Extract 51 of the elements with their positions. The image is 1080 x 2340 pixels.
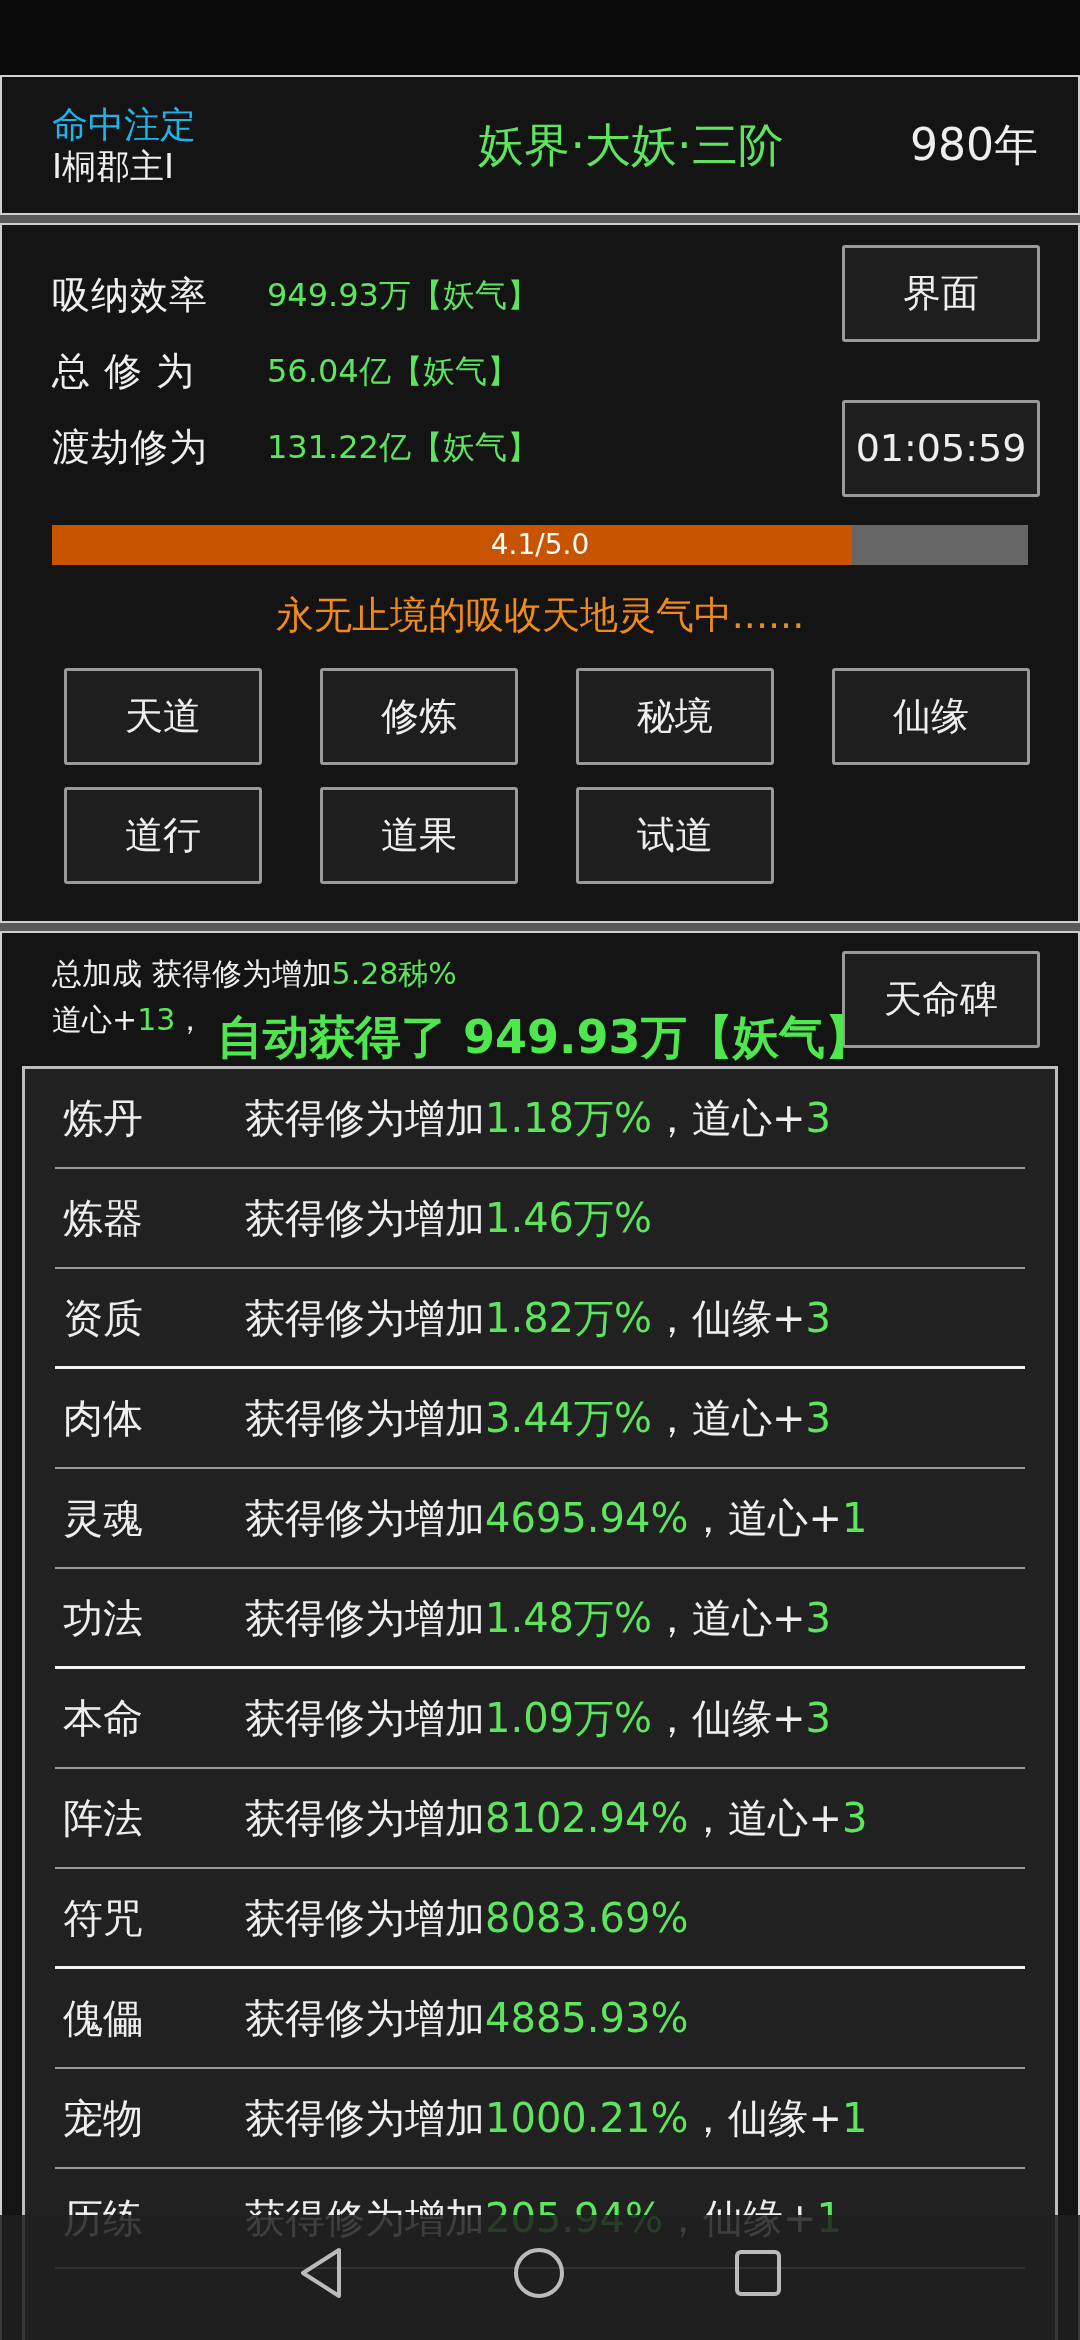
row-name: 炼器 — [62, 1194, 144, 1243]
menu-button[interactable]: 修炼 — [320, 668, 518, 765]
row-bonus: 获得修为增加205.94%，仙缘+1 — [245, 2194, 842, 2243]
menu-button[interactable]: 道行 — [64, 787, 262, 884]
row-name: 灵魂 — [62, 1494, 144, 1543]
row-bonus: 获得修为增加1.46万% — [245, 1194, 653, 1243]
stat-label: 总 修 为 — [52, 347, 197, 395]
back-icon[interactable] — [299, 2246, 343, 2299]
title-label: I桐郡主I — [52, 146, 176, 187]
row-name: 宠物 — [62, 2094, 144, 2143]
row-name: 肉体 — [62, 1394, 144, 1443]
stat-label: 渡劫修为 — [52, 423, 209, 471]
menu-button[interactable]: 试道 — [576, 787, 774, 884]
row-bonus: 获得修为增加4885.93% — [245, 1994, 689, 2043]
menu-button[interactable]: 仙缘 — [832, 668, 1030, 765]
stat-value: 56.04亿【妖气】 — [267, 351, 519, 392]
row-bonus: 获得修为增加1.82万%，仙缘+3 — [245, 1293, 832, 1343]
row-bonus: 获得修为增加8083.69% — [245, 1893, 689, 1943]
row-name: 符咒 — [62, 1893, 144, 1943]
row-bonus: 获得修为增加8102.94%，道心+3 — [245, 1794, 868, 1843]
menu-button[interactable]: 道果 — [320, 787, 518, 884]
row-bonus: 获得修为增加1.18万%，道心+3 — [245, 1094, 832, 1143]
row-bonus: 获得修为增加4695.94%，道心+1 — [245, 1494, 868, 1543]
progress-label: 4.1/5.0 — [489, 527, 591, 563]
menu-button[interactable]: 天道 — [64, 668, 262, 765]
row-bonus: 获得修为增加3.44万%，道心+3 — [245, 1394, 832, 1443]
stat-label: 吸纳效率 — [52, 271, 209, 319]
row-bonus: 获得修为增加1.48万%，道心+3 — [245, 1593, 832, 1643]
row-bonus: 获得修为增加1.09万%，仙缘+3 — [245, 1694, 832, 1743]
timer-button[interactable]: 01:05:59 — [842, 400, 1040, 497]
menu-button[interactable]: 秘境 — [576, 668, 774, 765]
home-icon[interactable] — [513, 2246, 565, 2299]
row-name: 本命 — [62, 1694, 144, 1743]
years-label: 980年 — [910, 118, 1038, 172]
stat-value: 949.93万【妖气】 — [267, 275, 539, 316]
stele-button[interactable]: 天命碑 — [842, 951, 1040, 1048]
recents-icon[interactable] — [735, 2249, 781, 2296]
row-name: 历练 — [62, 2194, 144, 2243]
row-name: 功法 — [62, 1593, 144, 1643]
row-name: 阵法 — [62, 1794, 144, 1843]
row-name: 傀儡 — [62, 1994, 144, 2043]
status-message: 永无止境的吸收天地灵气中...... — [274, 592, 806, 639]
row-name: 资质 — [62, 1293, 144, 1343]
stat-value: 131.22亿【妖气】 — [267, 427, 539, 468]
realm-title: 妖界·大妖·三阶 — [478, 117, 784, 172]
fate-label: 命中注定 — [52, 103, 197, 147]
bonus-text: 总加成 获得修为增加5.28秭% — [51, 955, 458, 993]
row-bonus: 获得修为增加1000.21%，仙缘+1 — [245, 2094, 868, 2143]
interface-button[interactable]: 界面 — [842, 245, 1040, 342]
bonus-text: 道心+13， — [51, 1001, 206, 1039]
row-name: 炼丹 — [62, 1094, 144, 1143]
